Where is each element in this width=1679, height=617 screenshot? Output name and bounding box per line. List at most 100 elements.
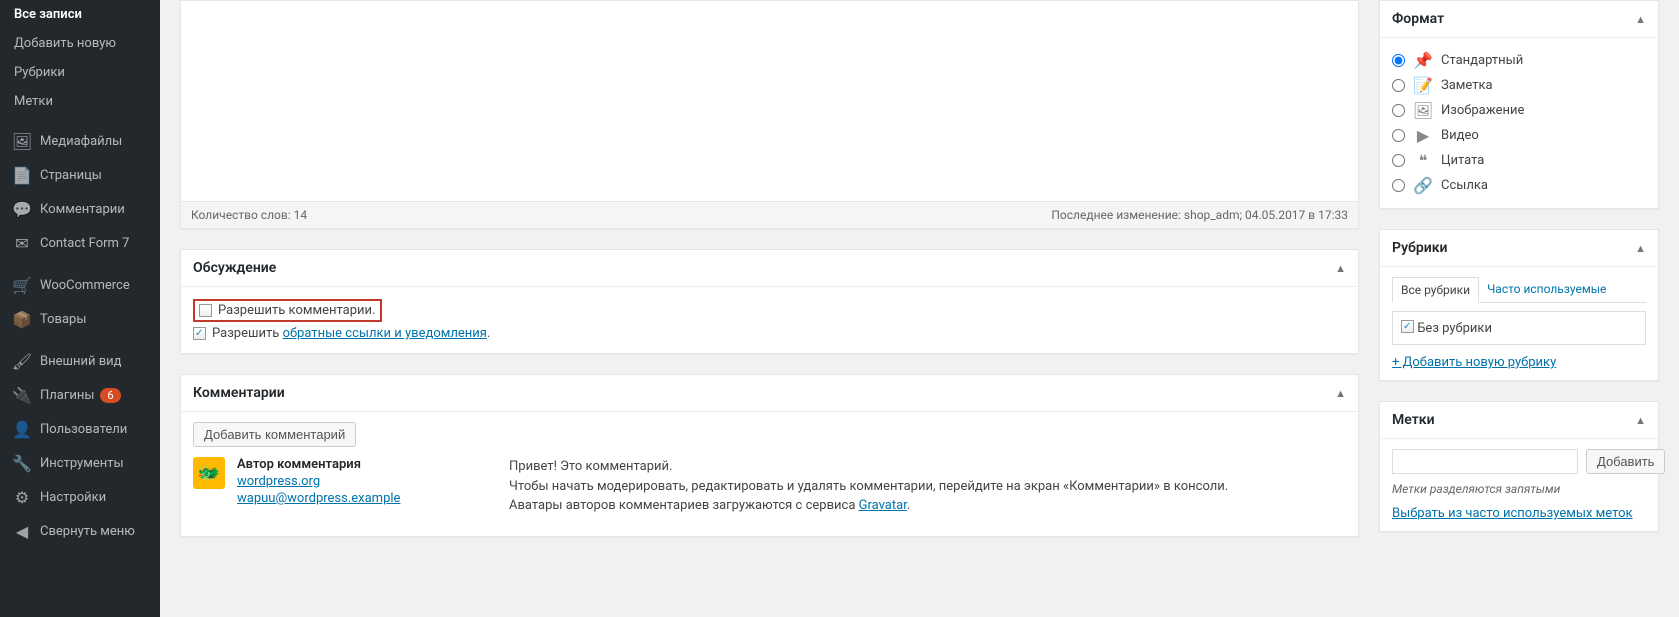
pingbacks-link[interactable]: обратные ссылки и уведомления (283, 326, 487, 341)
comment-author-site[interactable]: wordpress.org (237, 474, 497, 489)
format-radio[interactable] (1392, 154, 1405, 167)
tags-metabox: Метки ▲ Добавить Метки разделяются запят… (1379, 401, 1659, 532)
plugins-icon: 🔌 (12, 385, 32, 405)
discussion-title: Обсуждение (193, 260, 276, 276)
comments-icon: 💬 (12, 199, 32, 219)
tag-input[interactable] (1392, 449, 1578, 474)
format-radio[interactable] (1392, 79, 1405, 92)
sidebar-item-all-posts[interactable]: Все записи (0, 0, 160, 29)
sidebar-label: Товары (40, 312, 86, 327)
sidebar-label: Метки (14, 94, 53, 109)
plugins-badge: 6 (100, 388, 120, 403)
add-category-link[interactable]: + Добавить новую рубрику (1392, 355, 1556, 370)
sidebar-item-plugins[interactable]: 🔌Плагины6 (0, 378, 160, 412)
sidebar-item-settings[interactable]: ⚙ Настройки (0, 480, 160, 514)
categories-metabox: Рубрики ▲ Все рубрики Часто используемые… (1379, 229, 1659, 381)
sidebar-label: Настройки (40, 490, 106, 505)
category-item[interactable]: Без рубрики (1401, 321, 1492, 336)
sidebar-label: Все записи (14, 7, 82, 22)
tab-frequent-categories[interactable]: Часто используемые (1479, 277, 1614, 302)
sidebar-item-categories[interactable]: Рубрики (0, 58, 160, 87)
sidebar-item-woocommerce[interactable]: 🛒 WooCommerce (0, 268, 160, 302)
allow-pingbacks-checkbox[interactable] (193, 327, 206, 340)
products-icon: 📦 (12, 309, 32, 329)
cf7-icon: ✉ (12, 233, 32, 253)
last-modified: Последнее изменение: shop_adm; 04.05.201… (1051, 208, 1348, 222)
comment-row: 🐲 Автор комментария wordpress.org wapuu@… (193, 447, 1346, 526)
format-radio[interactable] (1392, 54, 1405, 67)
add-tag-button[interactable]: Добавить (1586, 449, 1665, 474)
allow-pingbacks-label: Разрешить обратные ссылки и уведомления. (212, 326, 490, 341)
add-comment-button[interactable]: Добавить комментарий (193, 422, 356, 447)
format-radio[interactable] (1392, 129, 1405, 142)
sidebar-label: Внешний вид (40, 354, 122, 369)
sidebar-label: Страницы (40, 168, 102, 183)
category-checkbox[interactable] (1401, 320, 1414, 333)
sidebar-label: WooCommerce (40, 278, 130, 293)
toggle-icon[interactable]: ▲ (1635, 13, 1646, 26)
comments-metabox: Комментарии ▲ Добавить комментарий 🐲 Авт… (180, 374, 1359, 537)
format-title: Формат (1392, 11, 1444, 27)
toggle-icon[interactable]: ▲ (1335, 387, 1346, 400)
avatar: 🐲 (193, 457, 225, 489)
discussion-metabox: Обсуждение ▲ Разрешить комментарии. Разр… (180, 249, 1359, 354)
collapse-icon: ◀ (12, 521, 32, 541)
format-video[interactable]: ▶Видео (1392, 123, 1646, 148)
format-link[interactable]: 🔗Ссылка (1392, 173, 1646, 198)
allow-comments-checkbox[interactable] (199, 304, 212, 317)
sidebar-label: Комментарии (40, 202, 125, 217)
format-standard[interactable]: 📌Стандартный (1392, 48, 1646, 73)
pin-icon: 📌 (1413, 51, 1433, 70)
comment-author: Автор комментария (237, 457, 497, 472)
format-radio[interactable] (1392, 104, 1405, 117)
comments-title: Комментарии (193, 385, 285, 401)
sidebar-item-appearance[interactable]: 🖌Внешний вид (0, 344, 160, 378)
aside-icon: 📝 (1413, 76, 1433, 95)
toggle-icon[interactable]: ▲ (1335, 262, 1346, 275)
editor-body[interactable] (181, 1, 1358, 201)
media-icon: 🖼 (12, 131, 32, 151)
comment-author-email[interactable]: wapuu@wordpress.example (237, 491, 497, 506)
sidebar-item-pages[interactable]: 📄 Страницы (0, 158, 160, 192)
wordcount: Количество слов: 14 (191, 208, 307, 222)
toggle-icon[interactable]: ▲ (1635, 414, 1646, 427)
settings-icon: ⚙ (12, 487, 32, 507)
format-image[interactable]: 🖼Изображение (1392, 98, 1646, 123)
users-icon: 👤 (12, 419, 32, 439)
toggle-icon[interactable]: ▲ (1635, 242, 1646, 255)
sidebar-label: Пользователи (40, 422, 127, 437)
sidebar-label: Добавить новую (14, 36, 116, 51)
admin-sidebar: Все записи Добавить новую Рубрики Метки … (0, 0, 160, 617)
sidebar-item-add-post[interactable]: Добавить новую (0, 29, 160, 58)
allow-comments-label: Разрешить комментарии. (218, 303, 376, 318)
sidebar-item-collapse[interactable]: ◀ Свернуть меню (0, 514, 160, 548)
sidebar-item-tags[interactable]: Метки (0, 87, 160, 116)
format-quote[interactable]: ❝Цитата (1392, 148, 1646, 173)
sidebar-label: Свернуть меню (40, 524, 135, 539)
sidebar-item-tools[interactable]: 🔧Инструменты (0, 446, 160, 480)
tags-howto: Метки разделяются запятыми (1392, 482, 1646, 496)
sidebar-item-products[interactable]: 📦 Товары (0, 302, 160, 336)
format-radio[interactable] (1392, 179, 1405, 192)
format-aside[interactable]: 📝Заметка (1392, 73, 1646, 98)
link-icon: 🔗 (1413, 176, 1433, 195)
editor-statusbar: Количество слов: 14 Последнее изменение:… (181, 201, 1358, 228)
tab-all-categories[interactable]: Все рубрики (1392, 277, 1479, 303)
categories-title: Рубрики (1392, 240, 1447, 256)
main-content: Количество слов: 14 Последнее изменение:… (160, 0, 1679, 617)
video-icon: ▶ (1413, 126, 1433, 145)
sidebar-item-media[interactable]: 🖼 Медиафайлы (0, 124, 160, 158)
sidebar-item-comments[interactable]: 💬 Комментарии (0, 192, 160, 226)
choose-tags-link[interactable]: Выбрать из часто используемых меток (1392, 506, 1633, 521)
woo-icon: 🛒 (12, 275, 32, 295)
sidebar-label: Рубрики (14, 65, 65, 80)
editor-box: Количество слов: 14 Последнее изменение:… (180, 0, 1359, 229)
pages-icon: 📄 (12, 165, 32, 185)
sidebar-item-users[interactable]: 👤 Пользователи (0, 412, 160, 446)
gravatar-link[interactable]: Gravatar (859, 498, 907, 513)
sidebar-item-cf7[interactable]: ✉ Contact Form 7 (0, 226, 160, 260)
tools-icon: 🔧 (12, 453, 32, 473)
sidebar-label: Медиафайлы (40, 134, 122, 149)
sidebar-label: Contact Form 7 (40, 236, 129, 251)
image-icon: 🖼 (1413, 101, 1433, 120)
